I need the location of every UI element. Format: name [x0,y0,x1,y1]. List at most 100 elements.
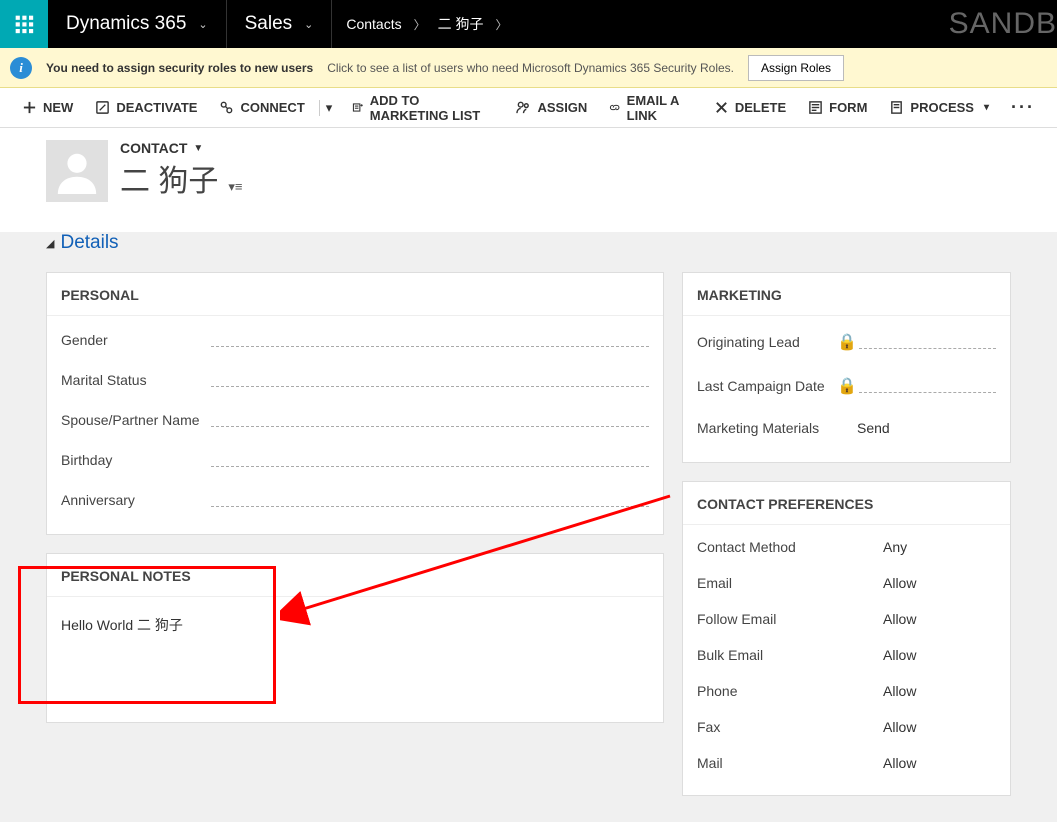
pref-phone[interactable]: PhoneAllow [697,673,996,709]
deactivate-button[interactable]: DEACTIVATE [87,96,205,119]
app-launcher-button[interactable] [0,0,48,48]
collapse-triangle-icon: ◢ [46,237,54,250]
field-anniversary[interactable]: Anniversary [61,480,649,520]
assign-icon [516,100,531,115]
field-orig-label: Originating Lead [697,334,837,350]
field-mat-value[interactable]: Send [853,420,890,436]
pref-mail[interactable]: MailAllow [697,745,996,781]
field-birthday-value[interactable] [211,453,649,467]
delete-button[interactable]: DELETE [706,96,794,119]
chevron-right-icon: 〉 [414,16,426,33]
field-gender-value[interactable] [211,333,649,347]
email-link-label: EMAIL A LINK [627,93,692,123]
new-button[interactable]: NEW [14,96,81,119]
new-label: NEW [43,100,73,115]
marketing-card: MARKETING Originating Lead 🔒 Last Campai… [682,272,1011,463]
assign-label: ASSIGN [537,100,587,115]
connect-button[interactable]: CONNECT [211,96,312,119]
avatar[interactable] [46,140,108,202]
pref-fax-label: Fax [697,719,883,735]
field-orig-value [859,335,996,349]
deactivate-icon [95,100,110,115]
field-spouse-value[interactable] [211,413,649,427]
contact-preferences-card: CONTACT PREFERENCES Contact MethodAny Em… [682,481,1011,796]
marketing-list-icon [352,100,363,115]
pref-femail-value[interactable]: Allow [883,611,916,627]
section-details-header[interactable]: ◢ Details [46,232,1011,254]
top-nav-bar: Dynamics 365 ⌄ Sales ⌄ Contacts 〉 二 狗子 〉… [0,0,1057,48]
pref-femail-label: Follow Email [697,611,883,627]
field-birthday[interactable]: Birthday [61,440,649,480]
pref-phone-value[interactable]: Allow [883,683,916,699]
pref-email-label: Email [697,575,883,591]
field-last-campaign[interactable]: Last Campaign Date 🔒 [697,364,996,408]
process-label: PROCESS [910,100,974,115]
record-type-label: CONTACT [120,140,187,156]
pref-fax-value[interactable]: Allow [883,719,916,735]
form-icon [808,100,823,115]
form-button[interactable]: FORM [800,96,875,119]
pref-contact-method[interactable]: Contact MethodAny [697,529,996,565]
breadcrumb-record[interactable]: 二 狗子 [438,14,484,34]
environment-watermark: SANDB [949,0,1057,48]
field-anniversary-value[interactable] [211,493,649,507]
pref-bulk-label: Bulk Email [697,647,883,663]
assign-button[interactable]: ASSIGN [508,96,595,119]
record-type-dropdown[interactable]: CONTACT ▼ [120,140,242,156]
personal-notes-text[interactable]: Hello World 二 狗子 [47,597,663,653]
nav-product-dropdown[interactable]: Dynamics 365 ⌄ [48,0,227,48]
breadcrumb-contacts[interactable]: Contacts [346,16,401,32]
pref-follow-email[interactable]: Follow EmailAllow [697,601,996,637]
personal-card-title: PERSONAL [47,273,663,316]
delete-icon [714,100,729,115]
add-marketing-button[interactable]: ADD TO MARKETING LIST [344,89,502,127]
nav-module-dropdown[interactable]: Sales ⌄ [227,0,333,48]
process-icon [889,100,904,115]
field-anniversary-label: Anniversary [61,492,211,508]
form-label: FORM [829,100,867,115]
prefs-card-title: CONTACT PREFERENCES [683,482,1010,525]
pref-phone-label: Phone [697,683,883,699]
delete-label: DELETE [735,100,786,115]
field-spouse-label: Spouse/Partner Name [61,412,211,428]
personal-notes-title: PERSONAL NOTES [47,554,663,597]
deactivate-label: DEACTIVATE [116,100,197,115]
more-commands-button[interactable]: ··· [1003,97,1043,118]
chevron-down-icon: ⌄ [304,18,313,31]
pref-contact-label: Contact Method [697,539,883,555]
field-marital-value[interactable] [211,373,649,387]
breadcrumb: Contacts 〉 二 狗子 〉 [332,0,521,48]
pref-email[interactable]: EmailAllow [697,565,996,601]
field-gender-label: Gender [61,332,211,348]
pref-fax[interactable]: FaxAllow [697,709,996,745]
lock-icon: 🔒 [837,376,851,396]
chevron-down-icon: ⌄ [198,18,207,31]
record-name[interactable]: 二 狗子 [120,156,218,200]
connect-split-button[interactable]: ▾ [319,100,339,116]
caret-down-icon: ▼ [193,143,203,154]
field-originating-lead[interactable]: Originating Lead 🔒 [697,320,996,364]
connect-icon [219,100,234,115]
marketing-card-title: MARKETING [683,273,1010,316]
info-icon: i [10,57,32,79]
field-marketing-materials[interactable]: Marketing Materials Send [697,408,996,448]
pref-email-value[interactable]: Allow [883,575,916,591]
pref-mail-value[interactable]: Allow [883,755,916,771]
field-spouse[interactable]: Spouse/Partner Name [61,400,649,440]
list-menu-icon[interactable]: ▾≡ [228,179,242,195]
assign-roles-button[interactable]: Assign Roles [748,55,844,81]
lock-icon: 🔒 [837,332,851,352]
pref-mail-label: Mail [697,755,883,771]
field-last-label: Last Campaign Date [697,378,837,394]
personal-notes-card: PERSONAL NOTES Hello World 二 狗子 [46,553,664,723]
field-marital-status[interactable]: Marital Status [61,360,649,400]
pref-bulk-email[interactable]: Bulk EmailAllow [697,637,996,673]
process-button[interactable]: PROCESS ▾ [881,96,997,119]
notification-subtext[interactable]: Click to see a list of users who need Mi… [327,61,734,75]
pref-bulk-value[interactable]: Allow [883,647,916,663]
pref-contact-value[interactable]: Any [883,539,907,555]
email-link-button[interactable]: EMAIL A LINK [601,89,700,127]
field-gender[interactable]: Gender [61,320,649,360]
chevron-right-icon: 〉 [496,16,508,33]
waffle-icon [14,14,34,34]
